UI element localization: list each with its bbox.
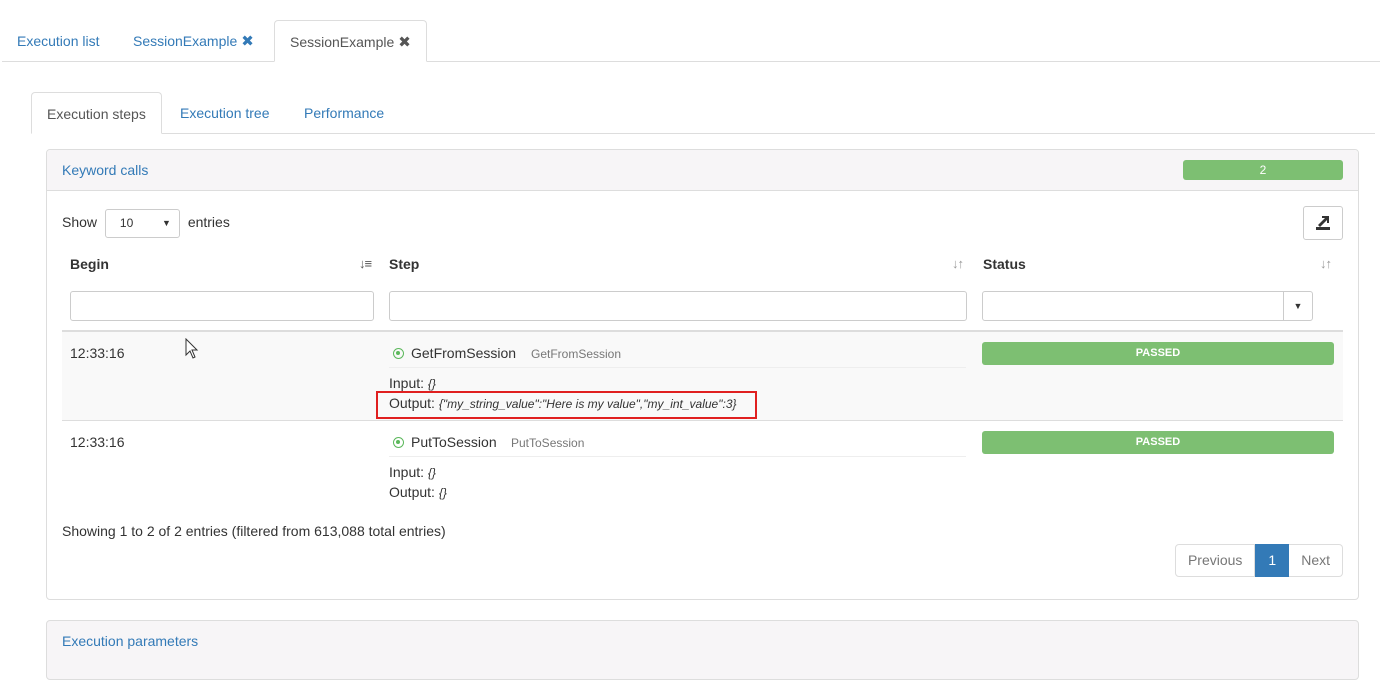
step-subtitle: PutToSession	[511, 436, 585, 450]
table-row[interactable]: 12:33:16 PutToSession PutToSession Input…	[62, 420, 1343, 508]
step-subtitle: GetFromSession	[531, 347, 622, 361]
step-input: Input: {}	[389, 375, 436, 391]
step-header: GetFromSession GetFromSession	[389, 343, 966, 368]
close-icon[interactable]: ✖	[398, 34, 411, 51]
page-1-button[interactable]: 1	[1255, 544, 1290, 577]
table-info: Showing 1 to 2 of 2 entries (filtered fr…	[62, 523, 446, 539]
tab-execution-list[interactable]: Execution list	[2, 20, 114, 62]
column-header-step[interactable]: Step	[389, 256, 419, 272]
step-name[interactable]: GetFromSession	[411, 345, 516, 361]
next-page-button[interactable]: Next	[1289, 544, 1343, 577]
status-dot-icon	[393, 348, 404, 359]
step-header: PutToSession PutToSession	[389, 432, 966, 457]
execution-parameters-panel: Execution parameters	[46, 620, 1359, 680]
sort-desc-icon[interactable]: ↓≡	[359, 256, 372, 271]
close-icon[interactable]: ✖	[241, 33, 254, 50]
pagination: Previous 1 Next	[1174, 544, 1343, 577]
input-value: {}	[427, 377, 436, 391]
sub-tab-bar: Execution steps Execution tree Performan…	[31, 92, 1375, 134]
export-icon	[1316, 216, 1330, 230]
tab-session-example-2[interactable]: SessionExample ✖	[274, 20, 427, 62]
column-header-status[interactable]: Status	[983, 256, 1026, 272]
entries-value: 10	[119, 215, 134, 230]
input-value: {}	[427, 466, 436, 480]
length-suffix: entries	[187, 214, 230, 230]
column-header-begin[interactable]: Begin	[70, 256, 109, 272]
step-filter-input[interactable]	[389, 291, 967, 321]
length-prefix: Show	[62, 214, 98, 230]
keyword-calls-panel: Keyword calls 2 Show 10 ▼ entries Begin ↓…	[46, 149, 1359, 600]
output-label: Output:	[389, 484, 435, 500]
step-output: Output: {}	[389, 484, 447, 500]
begin-time: 12:33:16	[70, 345, 125, 361]
caret-down-icon: ▼	[1283, 292, 1312, 320]
step-input: Input: {}	[389, 464, 436, 480]
status-filter-select[interactable]: ▼	[982, 291, 1313, 321]
count-badge: 2	[1183, 160, 1343, 180]
tab-label: SessionExample	[290, 34, 395, 50]
top-tab-bar: Execution list SessionExample ✖ SessionEx…	[2, 20, 1380, 62]
tab-execution-steps[interactable]: Execution steps	[31, 92, 162, 134]
sort-icon[interactable]: ↓↑	[952, 256, 964, 271]
previous-page-button[interactable]: Previous	[1174, 544, 1256, 577]
mouse-cursor-icon	[185, 338, 199, 359]
step-name[interactable]: PutToSession	[411, 434, 497, 450]
entries-select[interactable]: 10 ▼	[104, 208, 180, 238]
tab-execution-tree[interactable]: Execution tree	[165, 92, 285, 134]
input-label: Input:	[389, 375, 425, 391]
tab-label: SessionExample	[133, 33, 238, 49]
input-label: Input:	[389, 464, 425, 480]
tab-label: Execution list	[17, 33, 100, 49]
panel-title[interactable]: Execution parameters	[62, 633, 198, 649]
panel-heading: Keyword calls 2	[47, 150, 1358, 191]
status-dot-icon	[393, 437, 404, 448]
caret-down-icon: ▼	[162, 217, 171, 228]
output-value: {}	[438, 486, 447, 500]
length-control: Show 10 ▼ entries	[62, 207, 230, 238]
status-badge: PASSED	[982, 431, 1334, 454]
sort-icon[interactable]: ↓↑	[1320, 256, 1332, 271]
output-highlight-box	[376, 391, 757, 419]
begin-time: 12:33:16	[70, 434, 125, 450]
tab-performance[interactable]: Performance	[289, 92, 399, 134]
begin-filter-input[interactable]	[70, 291, 374, 321]
panel-title[interactable]: Keyword calls	[62, 162, 148, 178]
export-button[interactable]	[1303, 206, 1343, 240]
tab-session-example-1[interactable]: SessionExample ✖	[118, 20, 269, 62]
status-badge: PASSED	[982, 342, 1334, 365]
